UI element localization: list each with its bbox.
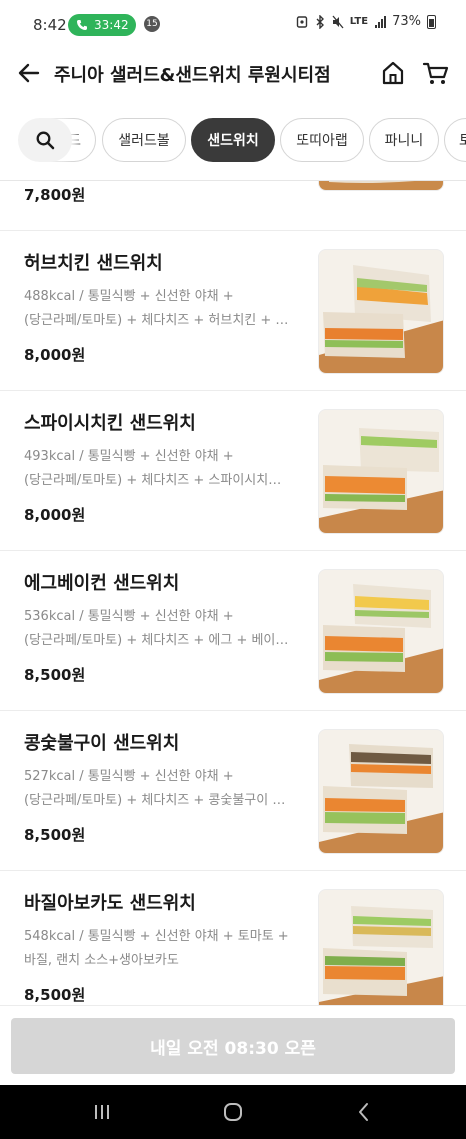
app-header: 주니아 샐러드&샌드위치 루원시티점: [0, 50, 466, 96]
ongoing-call-pill[interactable]: 33:42: [68, 14, 136, 36]
page-title: 주니아 샐러드&샌드위치 루원시티점: [54, 65, 331, 86]
item-description: 527kcal / 통밀식빵 + 신선한 야채 + (당근라페/토마토) + 체…: [24, 765, 314, 813]
item-price: 7,800원: [24, 186, 86, 204]
item-description: 493kcal / 통밀식빵 + 신선한 야채 + (당근라페/토마토) + 체…: [24, 445, 314, 493]
item-photo: [318, 181, 444, 191]
bottom-action-bar: 내일 오전 08:30 오픈: [0, 1005, 466, 1085]
item-description-line: 536kcal / 통밀식빵 + 신선한 야채 +: [24, 609, 234, 624]
signal-icon: [375, 15, 387, 28]
bluetooth-icon: [316, 14, 324, 29]
menu-item[interactable]: 에그베이컨 샌드위치 536kcal / 통밀식빵 + 신선한 야채 + (당근…: [0, 551, 466, 711]
cart-icon[interactable]: [421, 58, 451, 88]
item-price: 8,000원: [24, 506, 86, 524]
nfc-icon: [296, 15, 307, 28]
item-price: 8,500원: [24, 826, 86, 844]
item-description-line: 바질, 랜치 소스+생아보카도: [24, 953, 179, 968]
sandwich-image: [319, 250, 443, 373]
phone-icon: [77, 20, 87, 30]
notification-badge: 15: [144, 16, 160, 32]
battery-icon: [427, 14, 436, 29]
mute-icon: [332, 15, 344, 28]
item-description: 536kcal / 통밀식빵 + 신선한 야채 + (당근라페/토마토) + 체…: [24, 605, 314, 653]
item-photo: [318, 569, 444, 694]
item-description-line: (당근라페/토마토) + 체다치즈 + 에그 + 베이…: [24, 633, 289, 648]
recent-apps-icon[interactable]: [88, 1098, 116, 1126]
item-name: 바질아보카도 샌드위치: [24, 893, 196, 914]
menu-item[interactable]: 콩숯불구이 샌드위치 527kcal / 통밀식빵 + 신선한 야채 + (당근…: [0, 711, 466, 871]
system-navigation-bar: [0, 1085, 466, 1139]
tab-panini[interactable]: 파니니: [369, 118, 439, 162]
category-tabs: 드 샐러드볼 샌드위치 또띠아랩 파니니 토: [0, 112, 466, 170]
sandwich-image: [319, 181, 443, 190]
item-description-line: 527kcal / 통밀식빵 + 신선한 야채 +: [24, 769, 234, 784]
item-description-line: 493kcal / 통밀식빵 + 신선한 야채 +: [24, 449, 234, 464]
tab-sandwich[interactable]: 샌드위치: [191, 118, 275, 162]
item-photo: [318, 409, 444, 534]
item-description-line: (당근라페/토마토) + 체다치즈 + 허브치킨 + …: [24, 313, 289, 328]
home-icon[interactable]: [378, 58, 408, 88]
search-button[interactable]: [18, 118, 72, 162]
sandwich-image: [319, 570, 443, 693]
menu-item[interactable]: 허브치킨 샌드위치 488kcal / 통밀식빵 + 신선한 야채 + (당근라…: [0, 231, 466, 391]
menu-item[interactable]: 스파이시치킨 샌드위치 493kcal / 통밀식빵 + 신선한 야채 + (당…: [0, 391, 466, 551]
item-description-line: 488kcal / 통밀식빵 + 신선한 야채 +: [24, 289, 234, 304]
item-price: 8,500원: [24, 986, 86, 1004]
sandwich-image: [319, 410, 443, 533]
network-label: LTE: [349, 16, 369, 27]
open-time-button[interactable]: 내일 오전 08:30 오픈: [11, 1018, 455, 1074]
tab-salad-bowl[interactable]: 샐러드볼: [102, 118, 186, 162]
item-description: 488kcal / 통밀식빵 + 신선한 야채 + (당근라페/토마토) + 체…: [24, 285, 314, 333]
search-icon: [36, 131, 55, 150]
sandwich-image: [319, 890, 443, 1005]
item-description-line: 548kcal / 통밀식빵 + 신선한 야채 + 토마토 +: [24, 929, 289, 944]
item-photo: [318, 729, 444, 854]
tab-partial-right[interactable]: 토: [444, 118, 466, 162]
battery-percent: 73%: [392, 14, 421, 29]
item-description-line: (당근라페/토마토) + 체다치즈 + 콩숯불구이 …: [24, 793, 286, 808]
menu-list: 7,800원 허브치킨 샌드위치 488kcal / 통밀식빵 + 신선한 야채…: [0, 181, 466, 1005]
item-name: 허브치킨 샌드위치: [24, 253, 163, 274]
item-photo: [318, 889, 444, 1005]
item-description-line: (당근라페/토마토) + 체다치즈 + 스파이시치…: [24, 473, 282, 488]
status-bar: 8:42 33:42 15 LTE 73%: [0, 0, 466, 50]
item-price: 8,000원: [24, 346, 86, 364]
item-name: 스파이시치킨 샌드위치: [24, 413, 196, 434]
item-price: 8,500원: [24, 666, 86, 684]
status-time: 8:42: [33, 16, 67, 34]
item-name: 콩숯불구이 샌드위치: [24, 733, 180, 754]
back-chevron-icon[interactable]: [350, 1098, 378, 1126]
status-icons: LTE 73%: [296, 14, 436, 29]
item-photo: [318, 249, 444, 374]
tab-tortilla-wrap[interactable]: 또띠아랩: [280, 118, 364, 162]
back-arrow-icon[interactable]: [14, 58, 44, 88]
item-description: 548kcal / 통밀식빵 + 신선한 야채 + 토마토 + 바질, 랜치 소…: [24, 925, 314, 973]
home-circle-icon[interactable]: [219, 1098, 247, 1126]
menu-item[interactable]: 바질아보카도 샌드위치 548kcal / 통밀식빵 + 신선한 야채 + 토마…: [0, 871, 466, 1005]
item-name: 에그베이컨 샌드위치: [24, 573, 180, 594]
menu-item-partial[interactable]: 7,800원: [0, 181, 466, 231]
sandwich-image: [319, 730, 443, 853]
call-duration: 33:42: [94, 18, 129, 32]
